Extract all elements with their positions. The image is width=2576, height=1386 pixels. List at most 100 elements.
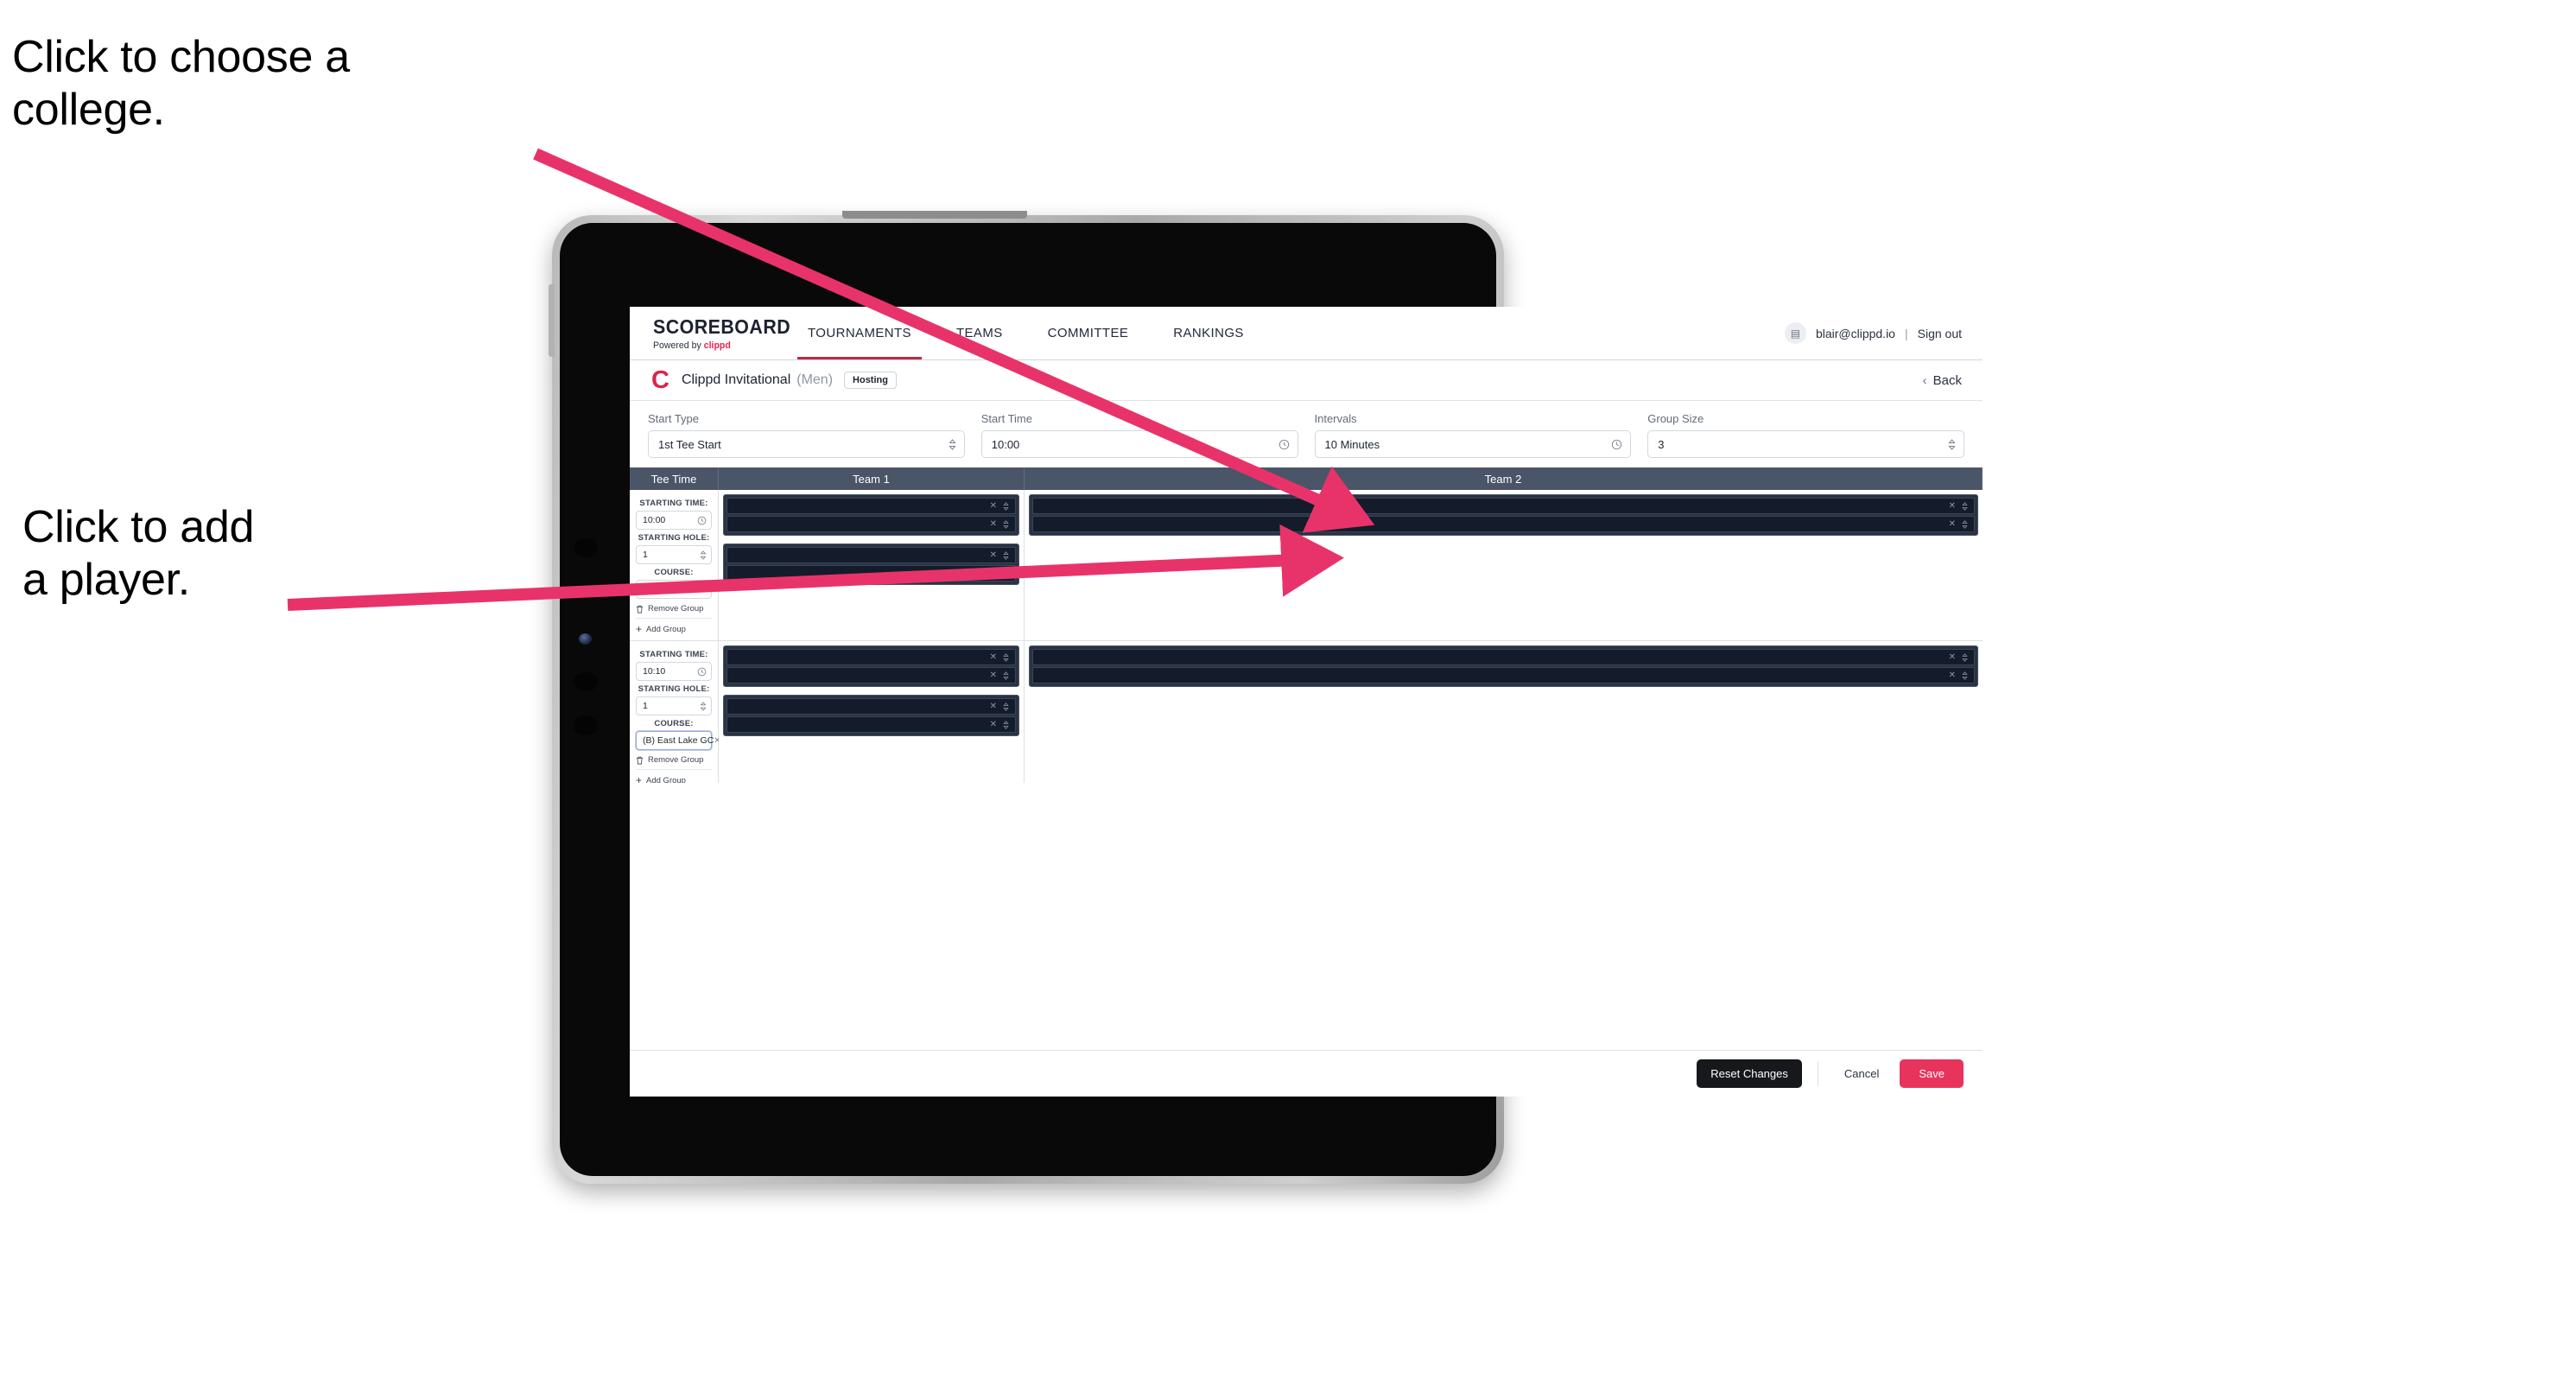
trash-icon	[636, 605, 644, 613]
remove-group-button[interactable]: Remove Group	[636, 755, 712, 770]
player-slot-icons[interactable]: ✕	[990, 702, 1009, 711]
clear-icon[interactable]: ✕	[990, 652, 997, 662]
player-slot-icons[interactable]: ✕	[1949, 671, 1968, 680]
nav-divider: |	[1904, 326, 1908, 340]
starting-time-input[interactable]: 10:10	[636, 662, 712, 681]
clear-icon[interactable]: ✕	[990, 671, 997, 680]
control-intervals: Intervals 10 Minutes	[1314, 412, 1632, 458]
clear-icon[interactable]: ✕	[1949, 671, 1956, 680]
player-slot[interactable]: ✕	[726, 565, 1016, 582]
add-group-label: Add Group	[646, 775, 686, 784]
stepper-icon[interactable]	[1948, 438, 1956, 450]
player-slot[interactable]: ✕	[1032, 649, 1975, 665]
course-select[interactable]: (A) Peachtree GC ✕	[636, 580, 733, 599]
player-slot-icons[interactable]: ✕	[1949, 501, 1968, 511]
label-group-size: Group Size	[1647, 412, 1704, 425]
clear-icon[interactable]: ✕	[990, 550, 997, 560]
clear-icon[interactable]: ✕	[1949, 519, 1956, 529]
plus-icon: +	[636, 774, 643, 783]
player-slot[interactable]: ✕	[726, 716, 1016, 733]
course-value: (A) Peachtree GC	[643, 584, 715, 594]
starting-hole-input[interactable]: 1	[636, 696, 712, 715]
player-slot-icons[interactable]: ✕	[990, 550, 1009, 560]
player-slot[interactable]: ✕	[1032, 667, 1975, 683]
table-row: STARTING TIME: 10:10 STARTING HOLE: 1 CO…	[630, 641, 1983, 783]
clock-icon[interactable]	[697, 516, 707, 525]
stepper-icon[interactable]	[949, 438, 956, 450]
player-slot-icons[interactable]: ✕	[990, 671, 1009, 680]
cancel-button[interactable]: Cancel	[1834, 1059, 1889, 1088]
remove-group-button[interactable]: Remove Group	[636, 604, 712, 619]
add-group-button[interactable]: + Add Group	[636, 775, 712, 783]
camera-icon	[574, 538, 598, 557]
nav-item-committee[interactable]: COMMITTEE	[1025, 307, 1152, 359]
tee-time-cell: STARTING TIME: 10:00 STARTING HOLE: 1 CO…	[630, 490, 733, 640]
clear-icon[interactable]: ✕	[1949, 501, 1956, 511]
starting-hole-input[interactable]: 1	[636, 545, 712, 564]
player-slot-icons[interactable]: ✕	[990, 569, 1009, 578]
player-slot[interactable]: ✕	[726, 667, 1016, 683]
back-button-label: Back	[1932, 372, 1962, 388]
brand-logo[interactable]: SCOREBOARD Powered by clippd	[630, 307, 791, 359]
save-button[interactable]: Save	[1900, 1059, 1964, 1088]
starting-time-value: 10:10	[643, 666, 666, 677]
player-slot[interactable]: ✕	[726, 498, 1016, 514]
clock-icon[interactable]	[1278, 439, 1290, 450]
brand-subtitle: Powered by clippd	[653, 340, 780, 351]
start-time-input[interactable]: 10:00	[980, 430, 1298, 458]
clear-icon[interactable]: ✕	[990, 720, 997, 729]
clear-icon[interactable]: ✕	[990, 519, 997, 529]
start-type-value: 1st Tee Start	[658, 437, 721, 451]
clear-icon[interactable]: ✕	[990, 569, 997, 578]
reset-changes-button[interactable]: Reset Changes	[1697, 1059, 1802, 1088]
player-slot-icons[interactable]: ✕	[1949, 652, 1968, 662]
player-slot[interactable]: ✕	[1032, 516, 1975, 532]
player-slot-icons[interactable]: ✕	[990, 652, 1009, 662]
team1-cell: ✕ ✕ ✕ ✕	[719, 490, 1025, 640]
clear-icon[interactable]: ✕	[1949, 652, 1956, 662]
player-slot-icons[interactable]: ✕	[1949, 519, 1968, 529]
player-slot[interactable]: ✕	[1032, 498, 1975, 514]
nav-user-area: ▤ blair@clippd.io | Sign out	[1784, 307, 1983, 359]
player-group: ✕ ✕	[1029, 494, 1978, 536]
tournament-gender-label: (Men)	[796, 372, 834, 387]
clear-icon[interactable]: ✕	[990, 702, 997, 711]
table-row: STARTING TIME: 10:00 STARTING HOLE: 1 CO…	[630, 490, 1983, 641]
starting-time-input[interactable]: 10:00	[636, 511, 712, 530]
nav-item-rankings[interactable]: RANKINGS	[1151, 307, 1266, 359]
nav-item-teams[interactable]: TEAMS	[934, 307, 1025, 359]
stepper-icon[interactable]	[700, 701, 707, 711]
player-slot[interactable]: ✕	[726, 698, 1016, 715]
label-starting-hole: STARTING HOLE:	[638, 684, 710, 694]
course-select[interactable]: (B) East Lake GC ✕	[636, 731, 732, 750]
player-slot-icons[interactable]: ✕	[990, 519, 1009, 529]
column-header-tee-time: Tee Time	[630, 467, 719, 490]
add-group-button[interactable]: + Add Group	[636, 624, 712, 634]
player-slot[interactable]: ✕	[726, 516, 1016, 532]
start-type-select[interactable]: 1st Tee Start	[648, 430, 965, 458]
course-value: (B) East Lake GC	[643, 735, 714, 746]
sign-out-link[interactable]: Sign out	[1918, 327, 1962, 340]
player-slot[interactable]: ✕	[726, 649, 1016, 665]
stepper-icon[interactable]	[700, 550, 707, 560]
annotation-add-player: Click to add a player.	[22, 502, 255, 606]
user-email-label: blair@clippd.io	[1815, 326, 1895, 340]
intervals-input[interactable]: 10 Minutes	[1314, 430, 1632, 458]
group-size-stepper[interactable]: 3	[1647, 430, 1964, 458]
avatar[interactable]: ▤	[1784, 322, 1806, 344]
player-slot[interactable]: ✕	[726, 547, 1016, 563]
player-slot-icons[interactable]: ✕	[990, 720, 1009, 729]
clock-icon[interactable]	[1611, 439, 1622, 450]
back-button[interactable]: ‹ Back	[1923, 373, 1962, 388]
brand-subtitle-clippd: clippd	[703, 340, 731, 351]
player-slot-icons[interactable]: ✕	[990, 501, 1009, 511]
trash-icon	[636, 756, 644, 764]
clear-icon[interactable]: ✕	[990, 501, 997, 511]
nav-item-tournaments[interactable]: TOURNAMENTS	[785, 307, 934, 359]
sensor-icon	[579, 633, 592, 645]
brand-title: SCOREBOARD	[653, 315, 791, 338]
starting-hole-value: 1	[643, 701, 648, 711]
add-group-label: Add Group	[646, 624, 686, 634]
clock-icon[interactable]	[697, 667, 707, 677]
column-header-team2: Team 2	[1025, 467, 1983, 490]
